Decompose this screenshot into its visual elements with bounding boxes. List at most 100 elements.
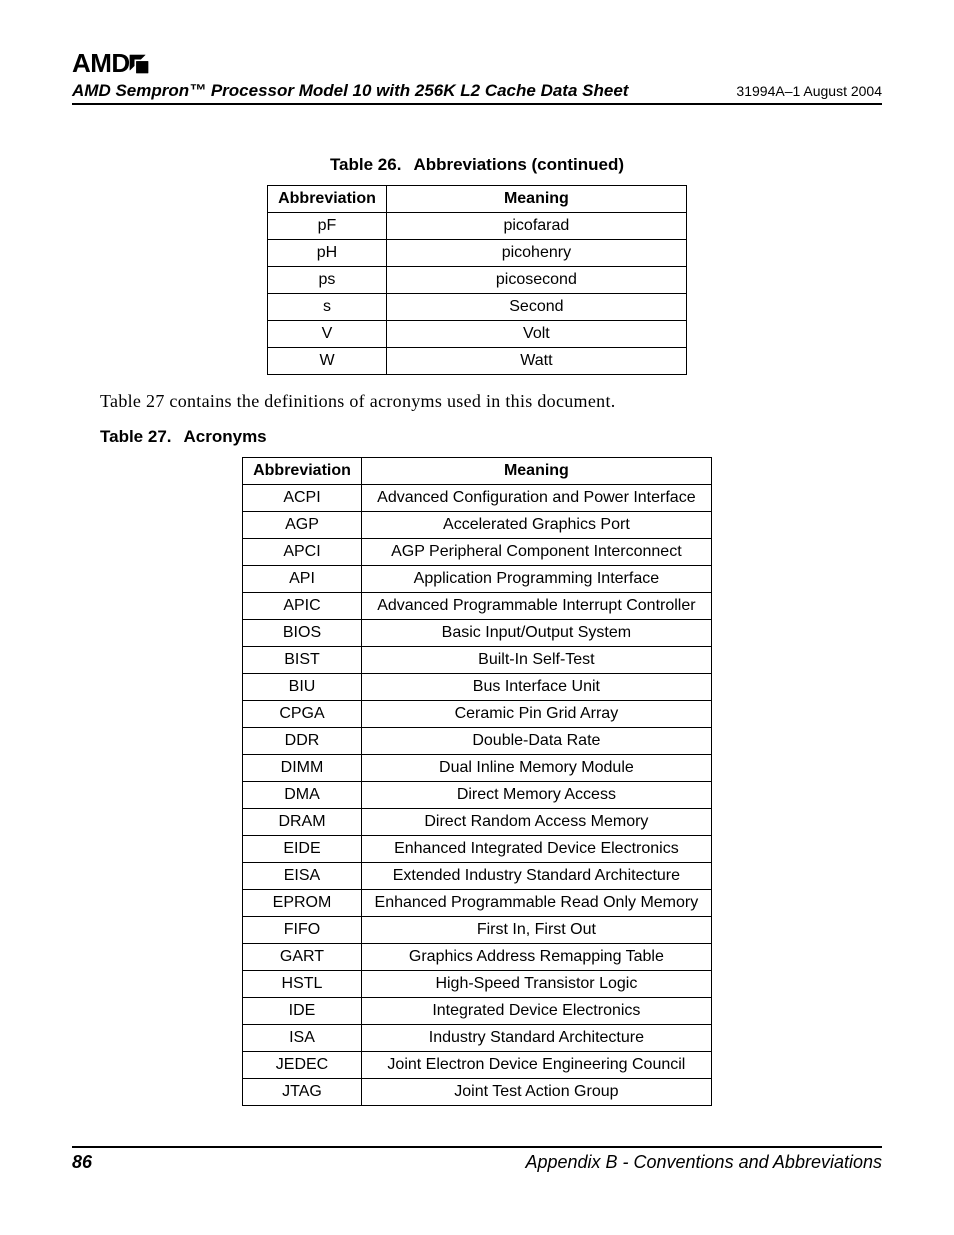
- content-area: Table 26. Abbreviations (continued) Abbre…: [72, 155, 882, 1106]
- table-row: AGPAccelerated Graphics Port: [243, 512, 712, 539]
- meaning-cell: Ceramic Pin Grid Array: [361, 701, 711, 728]
- abbr-cell: HSTL: [243, 971, 362, 998]
- abbr-cell: JEDEC: [243, 1052, 362, 1079]
- amd-logo: AMD: [72, 48, 882, 79]
- meaning-cell: First In, First Out: [361, 917, 711, 944]
- meaning-cell: Application Programming Interface: [361, 566, 711, 593]
- meaning-cell: Joint Test Action Group: [361, 1079, 711, 1106]
- table27-caption-text: Acronyms: [184, 427, 267, 446]
- meaning-cell: picosecond: [386, 267, 686, 294]
- meaning-cell: Industry Standard Architecture: [361, 1025, 711, 1052]
- table-row: APICAdvanced Programmable Interrupt Cont…: [243, 593, 712, 620]
- table-row: IDEIntegrated Device Electronics: [243, 998, 712, 1025]
- logo-text: AMD: [72, 48, 130, 78]
- abbr-cell: pH: [268, 240, 387, 267]
- footer-bar: 86 Appendix B - Conventions and Abbrevia…: [72, 1146, 882, 1173]
- meaning-cell: Enhanced Integrated Device Electronics: [361, 836, 711, 863]
- abbr-cell: GART: [243, 944, 362, 971]
- table-row: pHpicohenry: [268, 240, 687, 267]
- abbr-cell: pF: [268, 213, 387, 240]
- abbr-cell: EISA: [243, 863, 362, 890]
- abbr-cell: CPGA: [243, 701, 362, 728]
- table-row: HSTLHigh-Speed Transistor Logic: [243, 971, 712, 998]
- meaning-cell: Joint Electron Device Engineering Counci…: [361, 1052, 711, 1079]
- table-row: FIFOFirst In, First Out: [243, 917, 712, 944]
- meaning-cell: Volt: [386, 321, 686, 348]
- meaning-cell: Advanced Configuration and Power Interfa…: [361, 485, 711, 512]
- table-row: DRAMDirect Random Access Memory: [243, 809, 712, 836]
- abbr-cell: W: [268, 348, 387, 375]
- page: AMD AMD Sempron™ Processor Model 10 with…: [0, 0, 954, 1213]
- table-row: ACPIAdvanced Configuration and Power Int…: [243, 485, 712, 512]
- table-row: JTAGJoint Test Action Group: [243, 1079, 712, 1106]
- table-row: ISAIndustry Standard Architecture: [243, 1025, 712, 1052]
- meaning-cell: Basic Input/Output System: [361, 620, 711, 647]
- table-row: BIOSBasic Input/Output System: [243, 620, 712, 647]
- meaning-cell: Built-In Self-Test: [361, 647, 711, 674]
- abbr-cell: JTAG: [243, 1079, 362, 1106]
- document-revision: 31994A–1 August 2004: [736, 83, 882, 99]
- abbr-cell: BIOS: [243, 620, 362, 647]
- table-header-row: Abbreviation Meaning: [268, 186, 687, 213]
- table-row: BISTBuilt-In Self-Test: [243, 647, 712, 674]
- meaning-cell: Second: [386, 294, 686, 321]
- abbr-cell: DDR: [243, 728, 362, 755]
- meaning-cell: Advanced Programmable Interrupt Controll…: [361, 593, 711, 620]
- table27-head-mean: Meaning: [361, 458, 711, 485]
- abbr-cell: DMA: [243, 782, 362, 809]
- table-row: EISAExtended Industry Standard Architect…: [243, 863, 712, 890]
- table-row: pFpicofarad: [268, 213, 687, 240]
- table-row: DMADirect Memory Access: [243, 782, 712, 809]
- abbr-cell: EIDE: [243, 836, 362, 863]
- table-row: DDRDouble-Data Rate: [243, 728, 712, 755]
- abbr-cell: DIMM: [243, 755, 362, 782]
- table26-caption-text: Abbreviations (continued): [413, 155, 624, 174]
- table-row: BIUBus Interface Unit: [243, 674, 712, 701]
- abbr-cell: BIU: [243, 674, 362, 701]
- document-title: AMD Sempron™ Processor Model 10 with 256…: [72, 81, 628, 101]
- body-paragraph: Table 27 contains the definitions of acr…: [100, 389, 854, 413]
- meaning-cell: Enhanced Programmable Read Only Memory: [361, 890, 711, 917]
- abbr-cell: BIST: [243, 647, 362, 674]
- table26-caption-num: Table 26.: [330, 155, 402, 175]
- abbr-cell: DRAM: [243, 809, 362, 836]
- abbr-cell: APCI: [243, 539, 362, 566]
- abbr-cell: FIFO: [243, 917, 362, 944]
- table26-caption: Table 26. Abbreviations (continued): [100, 155, 854, 175]
- table-header-row: Abbreviation Meaning: [243, 458, 712, 485]
- meaning-cell: Direct Memory Access: [361, 782, 711, 809]
- appendix-title: Appendix B - Conventions and Abbreviatio…: [525, 1152, 882, 1173]
- table26-head-mean: Meaning: [386, 186, 686, 213]
- table-row: WWatt: [268, 348, 687, 375]
- table-row: DIMMDual Inline Memory Module: [243, 755, 712, 782]
- table-row: EPROMEnhanced Programmable Read Only Mem…: [243, 890, 712, 917]
- meaning-cell: picohenry: [386, 240, 686, 267]
- table-row: APIApplication Programming Interface: [243, 566, 712, 593]
- meaning-cell: Extended Industry Standard Architecture: [361, 863, 711, 890]
- table26: Abbreviation Meaning pFpicofaradpHpicohe…: [267, 185, 687, 375]
- abbr-cell: ISA: [243, 1025, 362, 1052]
- meaning-cell: Graphics Address Remapping Table: [361, 944, 711, 971]
- header-bar: AMD Sempron™ Processor Model 10 with 256…: [72, 81, 882, 105]
- table-row: GARTGraphics Address Remapping Table: [243, 944, 712, 971]
- table-row: JEDECJoint Electron Device Engineering C…: [243, 1052, 712, 1079]
- meaning-cell: picofarad: [386, 213, 686, 240]
- abbr-cell: APIC: [243, 593, 362, 620]
- meaning-cell: Direct Random Access Memory: [361, 809, 711, 836]
- table-row: pspicosecond: [268, 267, 687, 294]
- table26-head-abbr: Abbreviation: [268, 186, 387, 213]
- table27-head-abbr: Abbreviation: [243, 458, 362, 485]
- table27-caption-num: Table 27.: [100, 427, 172, 447]
- table-row: EIDEEnhanced Integrated Device Electroni…: [243, 836, 712, 863]
- table-row: CPGACeramic Pin Grid Array: [243, 701, 712, 728]
- abbr-cell: ACPI: [243, 485, 362, 512]
- meaning-cell: Double-Data Rate: [361, 728, 711, 755]
- meaning-cell: Watt: [386, 348, 686, 375]
- abbr-cell: IDE: [243, 998, 362, 1025]
- abbr-cell: s: [268, 294, 387, 321]
- abbr-cell: AGP: [243, 512, 362, 539]
- meaning-cell: Integrated Device Electronics: [361, 998, 711, 1025]
- amd-arrow-icon: [128, 53, 150, 75]
- meaning-cell: Dual Inline Memory Module: [361, 755, 711, 782]
- abbr-cell: V: [268, 321, 387, 348]
